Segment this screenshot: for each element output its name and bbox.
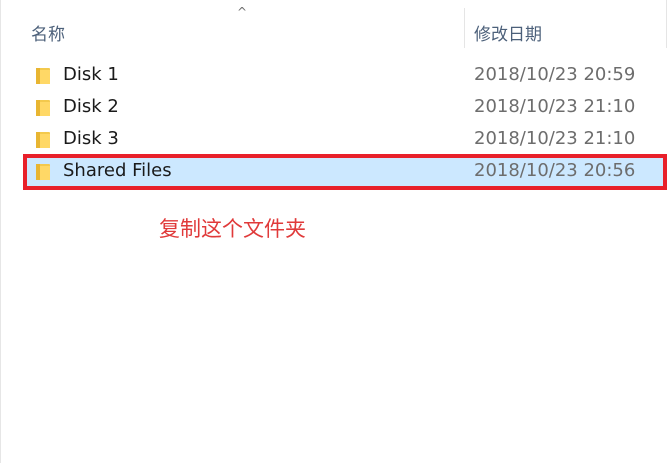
- folder-icon: [36, 68, 50, 84]
- file-date-modified: 2018/10/23 21:10: [474, 96, 636, 117]
- file-name: Disk 2: [63, 96, 119, 117]
- file-row-disk-3[interactable]: Disk 3 2018/10/23 21:10: [27, 124, 663, 154]
- annotation-text: 复制这个文件夹: [159, 217, 306, 241]
- column-divider[interactable]: [464, 8, 465, 48]
- file-date-modified: 2018/10/23 21:10: [474, 128, 636, 149]
- annotation-highlight-box: [23, 154, 667, 190]
- file-explorer-window: ^ 名称 修改日期 Disk 1 2018/10/23 20:59 Disk 2…: [0, 0, 667, 463]
- file-row-disk-1[interactable]: Disk 1 2018/10/23 20:59: [27, 60, 663, 90]
- file-name: Disk 3: [63, 128, 119, 149]
- column-header-name[interactable]: 名称: [31, 20, 65, 45]
- column-header-date-modified[interactable]: 修改日期: [474, 20, 542, 45]
- sort-ascending-icon[interactable]: ^: [237, 6, 247, 18]
- folder-icon: [36, 100, 50, 116]
- folder-icon: [36, 132, 50, 148]
- file-name: Disk 1: [63, 64, 119, 85]
- file-date-modified: 2018/10/23 20:59: [474, 64, 636, 85]
- file-row-disk-2[interactable]: Disk 2 2018/10/23 21:10: [27, 92, 663, 122]
- column-header-bar: ^ 名称 修改日期: [1, 0, 667, 58]
